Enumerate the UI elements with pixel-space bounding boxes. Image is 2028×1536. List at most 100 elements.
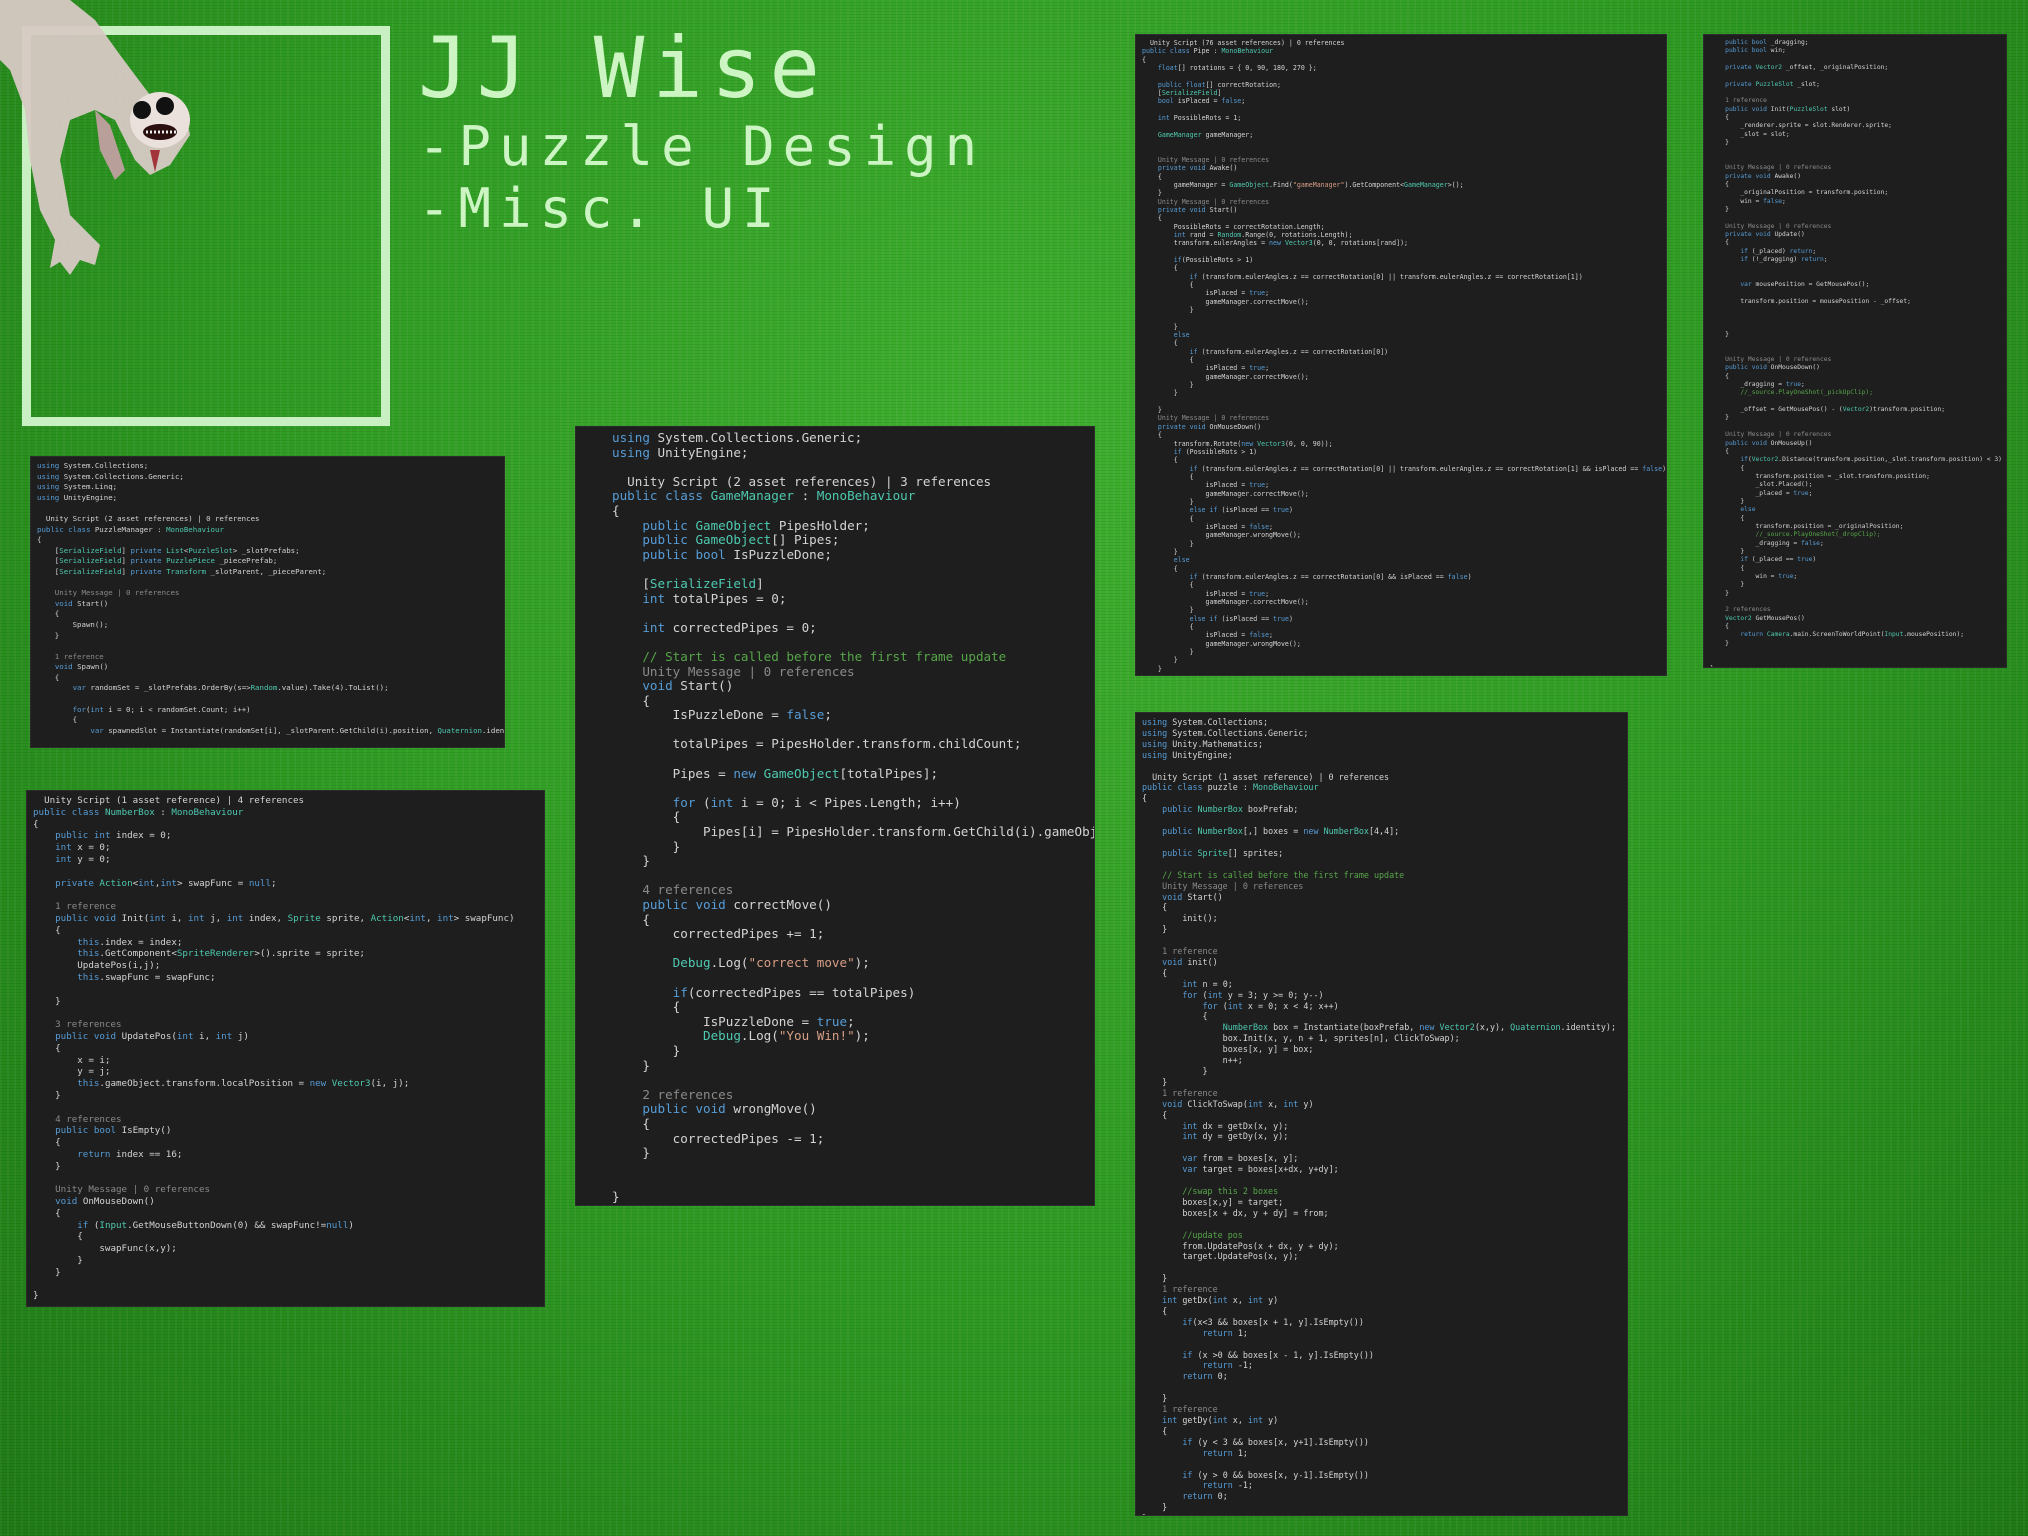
code-line: if (y < 3 && boxes[x, y+1].IsEmpty())	[1182, 1436, 1369, 1447]
code-line: Pipes = new GameObject[totalPipes];	[612, 765, 939, 781]
code-block: Unity Script (1 asset reference) | 4 ref…	[27, 791, 544, 1302]
code-line: {	[1142, 1109, 1168, 1120]
code-line: if (x >0 && boxes[x - 1, y].IsEmpty())	[1182, 1349, 1374, 1360]
code-line: gameManager.wrongMove();	[1142, 639, 1301, 648]
code-line: }	[1142, 322, 1178, 331]
code-line: {	[37, 535, 42, 545]
code-line: this.GetComponent<SpriteRenderer>().spri…	[77, 948, 365, 960]
code-line: {	[1142, 967, 1168, 978]
code-line: }	[1142, 1066, 1208, 1076]
code-line: 1 reference	[1142, 1404, 1218, 1415]
code-line: // Start is called before the first fram…	[612, 648, 1007, 664]
code-line: {	[33, 818, 39, 830]
code-line: 2 references	[1710, 606, 1771, 614]
code-line: public void OnMouseDown()	[1725, 364, 1820, 372]
code-line: {	[1142, 456, 1178, 465]
code-line: private void Update()	[1725, 230, 1805, 238]
code-line: int x = 0;	[55, 842, 111, 854]
code-line: Unity Message | 0 references	[1710, 164, 1832, 172]
code-line: public bool _dragging;	[1725, 39, 1809, 46]
code-line: transform.position = _originalPosition;	[1710, 522, 1904, 530]
code-line: //swap this 2 boxes	[1142, 1185, 1279, 1196]
code-line: void init()	[1162, 956, 1218, 967]
code-line: int dx = getDx(x, y);	[1182, 1120, 1289, 1131]
code-line: public void wrongMove()	[642, 1101, 817, 1117]
code-line: {	[1142, 581, 1194, 590]
code-panel-game-manager: using System.Collections.Generic; using U…	[575, 426, 1095, 1206]
code-line: {	[1142, 472, 1194, 481]
code-line: gameManager.correctMove();	[1142, 372, 1309, 381]
code-line: public float[] correctRotation;	[1157, 80, 1281, 89]
code-line: }	[612, 838, 681, 854]
code-line: correctedPipes += 1;	[612, 926, 825, 942]
code-line: boxes[x,y] = target;	[1142, 1196, 1284, 1207]
code-line: correctedPipes -= 1;	[612, 1130, 825, 1146]
code-line: private PuzzleSlot _slot;	[1725, 80, 1820, 88]
code-line: using System.Linq;	[37, 482, 118, 492]
code-line: else if (isPlaced == true)	[1189, 506, 1293, 515]
code-line: transform.position = _slot.transform.pos…	[1710, 472, 1930, 480]
code-line: {	[612, 692, 650, 708]
code-line: if (Input.GetMouseButtonDown(0) && swapF…	[77, 1219, 354, 1231]
code-line: Unity Message | 0 references	[1710, 431, 1832, 439]
code-line: public int index = 0;	[55, 830, 172, 842]
code-line: int y = 0;	[55, 853, 111, 865]
code-line: swapFunc(x,y);	[33, 1243, 177, 1255]
code-line: using Unity.Mathematics;	[1142, 738, 1264, 749]
code-line: _dragging = true;	[1710, 381, 1805, 389]
code-line: public NumberBox boxPrefab;	[1162, 804, 1299, 815]
code-line: 4 references	[33, 1113, 122, 1125]
code-line: }	[1142, 547, 1178, 556]
code-line: using System.Collections.Generic;	[1142, 727, 1309, 738]
code-line: public void UpdatePos(int i, int j)	[55, 1030, 249, 1042]
code-line: Unity Message | 0 references	[1710, 222, 1832, 230]
code-line: public bool win;	[1725, 47, 1786, 55]
code-line: }	[33, 1160, 61, 1172]
code-line: {	[33, 1137, 61, 1149]
code-line: for (int x = 0; x < 4; x++)	[1202, 1000, 1339, 1011]
code-line: }	[612, 1188, 620, 1204]
code-line: {	[1710, 447, 1729, 455]
code-line: public bool IsEmpty()	[55, 1125, 172, 1137]
code-line: public class NumberBox : MonoBehaviour	[33, 806, 244, 818]
code-line: }	[1142, 924, 1168, 935]
code-line: }	[1142, 539, 1194, 548]
code-line: }	[1142, 1393, 1168, 1404]
code-line: [SerializeField]	[1142, 89, 1222, 98]
code-line: }	[1710, 414, 1729, 422]
code-line: Pipes[i] = PipesHolder.transform.GetChil…	[612, 824, 1095, 840]
code-line: if(PossibleRots > 1)	[1173, 255, 1254, 264]
code-line: int dy = getDy(x, y);	[1182, 1131, 1289, 1142]
code-line: public bool IsPuzzleDone;	[642, 546, 832, 562]
code-line: {	[1710, 114, 1729, 122]
code-line: }	[1142, 606, 1194, 615]
code-line: {	[1710, 372, 1729, 380]
code-line: public void Init(PuzzleSlot slot)	[1725, 105, 1851, 113]
code-line: Unity Message | 0 references	[1142, 414, 1270, 423]
code-line: public GameObject PipesHolder;	[642, 517, 870, 533]
code-line: private void Awake()	[1157, 164, 1238, 173]
code-line: }	[37, 630, 60, 640]
code-line: {	[1142, 214, 1162, 223]
code-block: using System.Collections.Generic; using U…	[576, 427, 1094, 1204]
code-line: return 1;	[1202, 1447, 1248, 1458]
code-line: if (transform.eulerAngles.z == correctRo…	[1189, 272, 1583, 281]
code-line: {	[33, 924, 61, 936]
code-panel-pipe: Unity Script (76 asset references) | 0 r…	[1135, 34, 1667, 676]
code-line: return Camera.main.ScreenToWorldPoint(In…	[1740, 631, 1965, 639]
